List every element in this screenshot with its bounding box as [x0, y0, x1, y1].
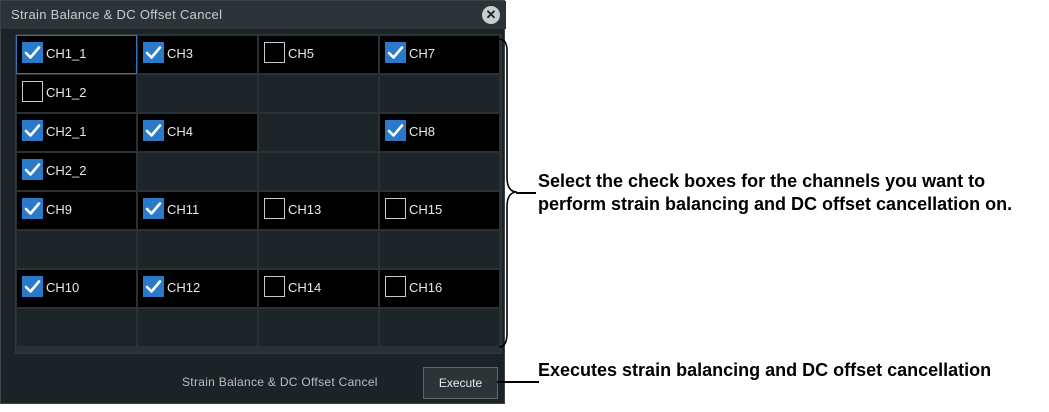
empty-cell	[137, 152, 258, 191]
channel-label: CH3	[167, 46, 194, 61]
channel-cell-ch4[interactable]: CH4	[137, 113, 258, 152]
channel-label: CH10	[46, 280, 80, 295]
channel-label: CH2_2	[46, 163, 87, 178]
checkbox-unchecked-icon[interactable]	[264, 42, 285, 63]
channel-cell-ch13[interactable]: CH13	[258, 191, 379, 230]
channel-cell-ch3[interactable]: CH3	[137, 35, 258, 74]
channel-label: CH4	[167, 124, 194, 139]
checkbox-checked-icon[interactable]	[385, 120, 406, 141]
empty-cell	[258, 113, 379, 152]
channel-label: CH16	[409, 280, 443, 295]
channel-cell-ch11[interactable]: CH11	[137, 191, 258, 230]
annotation-leader-line	[497, 381, 539, 383]
channel-label: CH14	[288, 280, 322, 295]
empty-cell	[137, 74, 258, 113]
checkbox-unchecked-icon[interactable]	[22, 81, 43, 102]
channel-grid: CH1_1 CH3 CH5 CH7 CH1_2 CH2_1 CH4 CH8 CH2_2 CH9 CH…	[15, 34, 502, 354]
empty-cell	[258, 230, 379, 269]
channel-cell-ch15[interactable]: CH15	[379, 191, 500, 230]
execute-annotation: Executes strain balancing and DC offset …	[538, 360, 992, 380]
checkbox-annotation: Select the check boxes for the channels …	[538, 171, 1013, 214]
execute-button[interactable]: Execute	[423, 367, 498, 399]
channel-cell-ch1-2[interactable]: CH1_2	[16, 74, 137, 113]
empty-cell	[16, 308, 137, 347]
empty-cell	[16, 230, 137, 269]
strain-balance-dialog: Strain Balance & DC Offset Cancel ✕ CH1_…	[0, 0, 506, 404]
dialog-title: Strain Balance & DC Offset Cancel	[11, 7, 223, 22]
channel-cell-ch12[interactable]: CH12	[137, 269, 258, 308]
checkbox-unchecked-icon[interactable]	[264, 198, 285, 219]
checkbox-unchecked-icon[interactable]	[264, 276, 285, 297]
checkbox-checked-icon[interactable]	[22, 198, 43, 219]
channel-label: CH5	[288, 46, 315, 61]
empty-cell	[379, 230, 500, 269]
channel-label: CH9	[46, 202, 73, 217]
checkbox-unchecked-icon[interactable]	[385, 198, 406, 219]
channel-cell-ch7[interactable]: CH7	[379, 35, 500, 74]
channel-cell-ch2-2[interactable]: CH2_2	[16, 152, 137, 191]
empty-cell	[379, 308, 500, 347]
annotation-leader-line	[516, 192, 536, 194]
checkbox-checked-icon[interactable]	[22, 159, 43, 180]
channel-cell-ch14[interactable]: CH14	[258, 269, 379, 308]
checkbox-checked-icon[interactable]	[143, 120, 164, 141]
channel-label: CH15	[409, 202, 443, 217]
channel-label: CH7	[409, 46, 436, 61]
empty-cell	[258, 74, 379, 113]
channel-cell-ch10[interactable]: CH10	[16, 269, 137, 308]
channel-label: CH1_1	[46, 46, 87, 61]
channel-cell-ch2-1[interactable]: CH2_1	[16, 113, 137, 152]
channel-label: CH12	[167, 280, 201, 295]
channel-cell-ch9[interactable]: CH9	[16, 191, 137, 230]
channel-cell-ch5[interactable]: CH5	[258, 35, 379, 74]
channel-cell-ch8[interactable]: CH8	[379, 113, 500, 152]
checkbox-checked-icon[interactable]	[143, 276, 164, 297]
channel-label: CH11	[167, 202, 200, 217]
checkbox-checked-icon[interactable]	[385, 42, 406, 63]
checkbox-checked-icon[interactable]	[22, 42, 43, 63]
empty-cell	[137, 230, 258, 269]
dialog-titlebar: Strain Balance & DC Offset Cancel ✕	[1, 1, 506, 29]
channel-label: CH1_2	[46, 85, 87, 100]
channel-cell-ch1-1[interactable]: CH1_1	[16, 35, 137, 74]
checkbox-checked-icon[interactable]	[143, 42, 164, 63]
empty-cell	[137, 308, 258, 347]
checkbox-checked-icon[interactable]	[22, 276, 43, 297]
channel-label: CH13	[288, 202, 322, 217]
checkbox-unchecked-icon[interactable]	[385, 276, 406, 297]
empty-cell	[258, 152, 379, 191]
empty-cell	[379, 74, 500, 113]
channel-label: CH8	[409, 124, 436, 139]
checkbox-checked-icon[interactable]	[22, 120, 43, 141]
empty-cell	[379, 152, 500, 191]
checkbox-checked-icon[interactable]	[143, 198, 164, 219]
empty-cell	[258, 308, 379, 347]
close-icon[interactable]: ✕	[482, 6, 500, 24]
channel-label: CH2_1	[46, 124, 87, 139]
footer-label: Strain Balance & DC Offset Cancel	[182, 375, 378, 389]
channel-cell-ch16[interactable]: CH16	[379, 269, 500, 308]
